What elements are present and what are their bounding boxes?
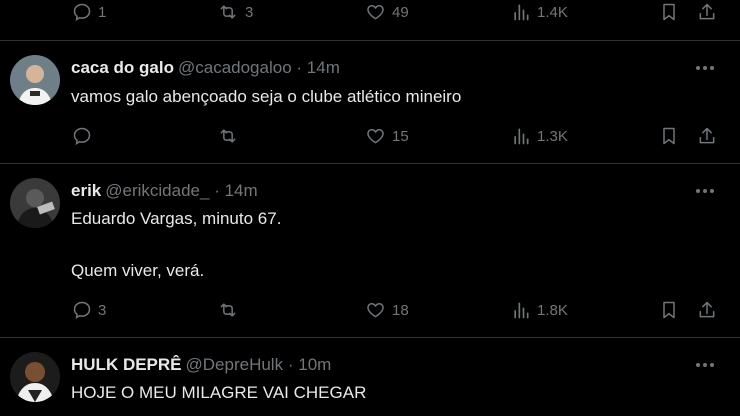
more-options-button[interactable] (694, 57, 716, 79)
display-name[interactable]: HULK DEPRÊ (71, 355, 182, 374)
reply-icon (73, 301, 91, 319)
views-button[interactable]: 1.3K (511, 124, 568, 148)
retweet-icon (220, 5, 236, 19)
separator-dot: · (296, 58, 303, 77)
retweet-button[interactable]: 3 (217, 0, 253, 24)
views-icon (514, 4, 529, 21)
share-button[interactable] (697, 124, 717, 148)
avatar[interactable] (10, 178, 60, 228)
views-button[interactable]: 1.8K (511, 298, 568, 322)
avatar[interactable] (10, 55, 60, 105)
separator-dot: · (214, 181, 220, 200)
share-icon (699, 3, 715, 20)
reply-count: 1 (98, 3, 107, 21)
timestamp[interactable]: 14m (225, 181, 258, 200)
tweet-3[interactable]: HULK DEPRÊ @DepreHulk · 10m HOJE O MEU MI… (0, 337, 740, 416)
reply-button[interactable]: 3 (72, 298, 106, 322)
avatar[interactable] (10, 352, 60, 402)
like-count: 18 (392, 301, 409, 319)
separator-dot: · (287, 355, 294, 374)
like-count: 49 (392, 3, 409, 21)
timestamp[interactable]: 14m (307, 58, 340, 77)
retweet-count: 3 (245, 3, 254, 21)
tweet-actions: 1 3 49 1.4K (0, 0, 740, 24)
display-name[interactable]: caca do galo (71, 58, 174, 77)
retweet-icon (220, 303, 236, 317)
reply-button[interactable]: 1 (72, 0, 106, 24)
reply-button[interactable] (72, 124, 92, 148)
user-handle[interactable]: @DepreHulk (186, 355, 284, 374)
tweet-header: caca do galo @cacadogaloo · 14m (71, 57, 340, 79)
views-count: 1.3K (537, 127, 568, 145)
bookmark-button[interactable] (659, 0, 679, 24)
tweet-2[interactable]: erik @erikcidade_ · 14m Eduardo Vargas, m… (0, 163, 740, 337)
tweet-0[interactable]: 1 3 49 1.4K (0, 0, 740, 40)
like-icon (367, 129, 384, 144)
retweet-button[interactable] (217, 124, 239, 148)
retweet-icon (220, 129, 236, 143)
tweet-1[interactable]: caca do galo @cacadogaloo · 14m vamos gal… (0, 40, 740, 163)
views-icon (514, 302, 529, 319)
tweet-text-line: Quem viver, verá. (71, 261, 205, 280)
share-button[interactable] (697, 0, 717, 24)
bookmark-button[interactable] (659, 124, 679, 148)
tweet-actions: 3 18 1.8K (0, 298, 740, 322)
like-button[interactable]: 15 (365, 124, 409, 148)
user-handle[interactable]: @cacadogaloo (178, 58, 292, 77)
bookmark-icon (663, 301, 675, 319)
share-button[interactable] (697, 298, 717, 322)
views-count: 1.4K (537, 3, 568, 21)
more-options-button[interactable] (694, 180, 716, 202)
tweet-actions: 15 1.3K (0, 124, 740, 148)
tweet-text-line: Eduardo Vargas, minuto 67. (71, 209, 282, 228)
views-button[interactable]: 1.4K (511, 0, 568, 24)
reply-icon (73, 127, 91, 145)
more-icon (696, 363, 714, 367)
timestamp[interactable]: 10m (298, 355, 331, 374)
tweet-text-line: vamos galo abençoado seja o clube atléti… (71, 87, 462, 106)
more-icon (696, 66, 714, 70)
like-icon (367, 5, 384, 20)
user-handle[interactable]: @erikcidade_ (105, 181, 209, 200)
bookmark-icon (663, 127, 675, 145)
retweet-button[interactable] (217, 298, 239, 322)
more-options-button[interactable] (694, 354, 716, 376)
bookmark-icon (663, 3, 675, 21)
share-icon (699, 301, 715, 318)
tweet-header: erik @erikcidade_ · 14m (71, 180, 258, 202)
timeline-feed: 1 3 49 1.4K caca do galo @cacadogaloo · … (0, 0, 740, 416)
like-icon (367, 303, 384, 318)
tweet-header: HULK DEPRÊ @DepreHulk · 10m (71, 354, 331, 376)
like-button[interactable]: 18 (365, 298, 409, 322)
like-count: 15 (392, 127, 409, 145)
display-name[interactable]: erik (71, 181, 101, 200)
reply-icon (73, 3, 91, 21)
tweet-text-line: HOJE O MEU MILAGRE VAI CHEGAR (71, 383, 367, 402)
share-icon (699, 127, 715, 144)
views-icon (514, 128, 529, 145)
reply-count: 3 (98, 301, 107, 319)
bookmark-button[interactable] (659, 298, 679, 322)
views-count: 1.8K (537, 301, 568, 319)
like-button[interactable]: 49 (365, 0, 409, 24)
more-icon (696, 189, 714, 193)
